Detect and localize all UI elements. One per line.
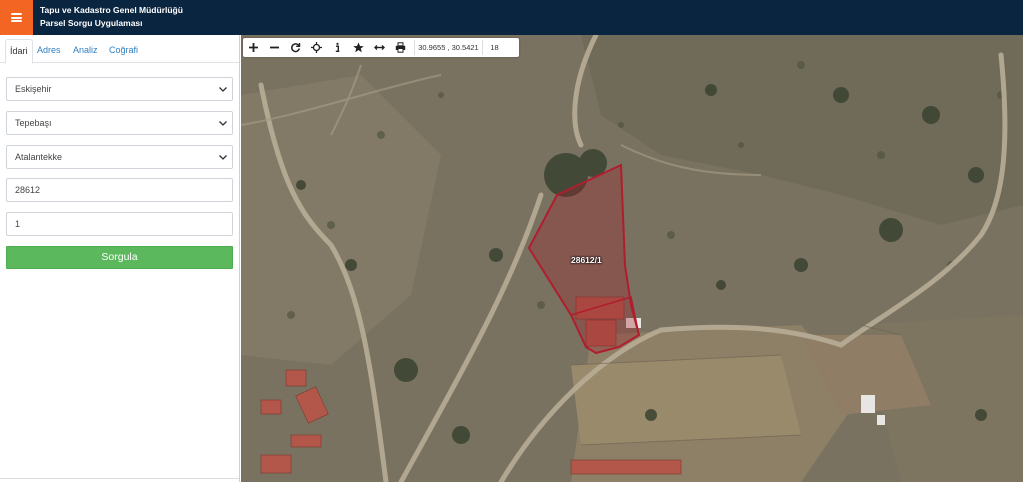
app-header: Tapu ve Kadastro Genel Müdürlüğü Parsel …: [0, 0, 1023, 35]
mahalle-select[interactable]: Atalantekke: [6, 145, 233, 169]
hamburger-icon: [11, 13, 22, 22]
mahalle-select-value: Atalantekke: [15, 152, 63, 162]
locate-icon: [311, 42, 322, 53]
sidebar-divider: [0, 478, 239, 479]
tab-analiz[interactable]: Analiz: [69, 39, 102, 63]
menu-button[interactable]: [0, 0, 33, 35]
info-icon: [335, 42, 340, 52]
sorgula-button[interactable]: Sorgula: [6, 246, 233, 269]
map-toolbar: 30.9655 , 30.5421 18: [243, 38, 519, 57]
refresh-icon: [291, 43, 301, 53]
info-button[interactable]: [327, 38, 348, 57]
chevron-down-icon: [219, 87, 227, 92]
measure-icon: [374, 45, 385, 50]
print-icon: [395, 42, 406, 53]
chevron-down-icon: [219, 155, 227, 160]
query-tabs: İdari Adres Analiz Coğrafi: [0, 39, 239, 64]
app-title: Tapu ve Kadastro Genel Müdürlüğü Parsel …: [40, 4, 183, 30]
coordinate-readout: 30.9655 , 30.5421: [414, 40, 482, 55]
ilce-select[interactable]: Tepebaşı: [6, 111, 233, 135]
app-title-line1: Tapu ve Kadastro Genel Müdürlüğü: [40, 5, 183, 15]
ilce-select-value: Tepebaşı: [15, 118, 52, 128]
parcel-label: 28612/1: [571, 255, 602, 265]
minus-icon: [270, 46, 279, 49]
il-select-value: Eskişehir: [15, 84, 52, 94]
parsel-input[interactable]: 1: [6, 212, 233, 236]
query-sidebar: İdari Adres Analiz Coğrafi Eskişehir Tep…: [0, 35, 240, 482]
tab-adres[interactable]: Adres: [33, 39, 65, 63]
ada-input[interactable]: 28612: [6, 178, 233, 202]
zoom-level: 18: [482, 40, 506, 55]
measure-button[interactable]: [369, 38, 390, 57]
app-title-line2: Parsel Sorgu Uygulaması: [40, 18, 143, 28]
il-select[interactable]: Eskişehir: [6, 77, 233, 101]
tab-idari[interactable]: İdari: [5, 39, 33, 64]
locate-button[interactable]: [306, 38, 327, 57]
zoom-out-button[interactable]: [264, 38, 285, 57]
plus-icon: [249, 43, 258, 52]
favorite-button[interactable]: [348, 38, 369, 57]
map-imagery: [241, 35, 1023, 482]
zoom-in-button[interactable]: [243, 38, 264, 57]
star-icon: [353, 42, 364, 53]
tab-cografi[interactable]: Coğrafi: [105, 39, 142, 63]
refresh-button[interactable]: [285, 38, 306, 57]
chevron-down-icon: [219, 121, 227, 126]
satellite-map[interactable]: 28612/1: [241, 35, 1023, 482]
print-button[interactable]: [390, 38, 411, 57]
